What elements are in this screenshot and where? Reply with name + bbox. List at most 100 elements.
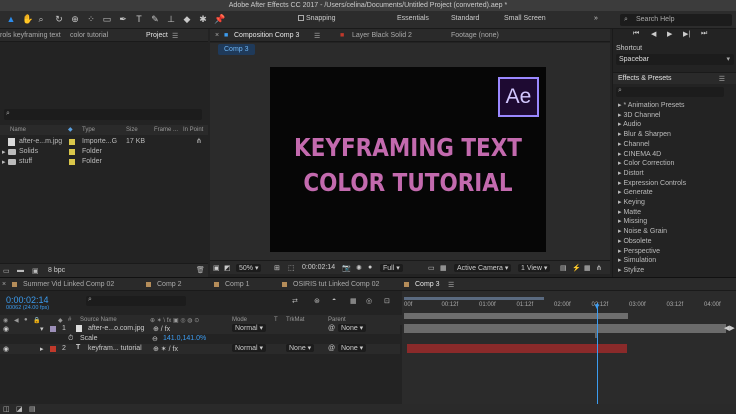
visibility-eye-icon[interactable]: ◉ [3, 325, 9, 333]
label-color-swatch[interactable] [50, 326, 56, 332]
grid-icon[interactable]: ⊞ [274, 264, 280, 272]
effects-category[interactable]: ▸ Simulation [618, 256, 656, 264]
layer-property-row[interactable]: ⏱ Scale ⊖ 141.0,141.0% [0, 334, 400, 344]
comp-mini-flowchart-icon[interactable]: ⇄ [292, 297, 298, 305]
layer-row[interactable]: ◉ ▾ 1 after-e...o.com.jpg ⊕ / fx Normal … [0, 324, 400, 334]
snapping-checkbox[interactable]: Snapping [298, 15, 336, 22]
work-area-navigator[interactable] [404, 297, 544, 300]
column-type[interactable]: Type [82, 127, 95, 133]
blend-mode-select[interactable]: Normal ▾ [232, 324, 267, 332]
layer-name[interactable]: after-e...o.com.jpg [88, 325, 144, 332]
transparency-grid-icon[interactable]: ▦ [440, 264, 447, 272]
effects-category[interactable]: ▸ Audio [618, 120, 641, 128]
flowchart-icon[interactable]: ⋔ [596, 264, 602, 272]
tab-effect-controls[interactable]: rols keyframing text [0, 32, 61, 39]
hand-tool-icon[interactable]: ✋ [22, 14, 33, 25]
panel-menu-icon[interactable]: ☰ [172, 32, 178, 40]
panel-menu-icon[interactable]: ☰ [448, 281, 454, 289]
effects-category[interactable]: ▸ Color Correction [618, 159, 674, 167]
label-color-swatch[interactable] [69, 149, 75, 155]
tab-comp[interactable]: OSIRIS tut Linked Comp 02 [282, 281, 379, 288]
snapshot-icon[interactable]: 📷 [342, 264, 351, 272]
solo-column-icon[interactable]: ● [24, 317, 28, 323]
lock-column-icon[interactable]: 🔒 [33, 317, 40, 324]
roi-icon[interactable]: ▭ [428, 264, 435, 272]
layer-name[interactable]: keyfram... tutorial [88, 345, 142, 352]
current-time-display[interactable]: 0:00:02:14 [6, 295, 49, 305]
current-time-indicator[interactable] [597, 303, 598, 414]
parent-select[interactable]: None ▾ [338, 344, 367, 352]
label-color-swatch[interactable] [50, 346, 56, 352]
show-snapshot-icon[interactable]: ✺ [356, 264, 362, 272]
label-column-icon[interactable]: ◆ [58, 317, 63, 324]
effects-category[interactable]: ▸ Blur & Sharpen [618, 130, 671, 138]
label-column-icon[interactable]: ◆ [68, 126, 73, 133]
project-item[interactable]: after-e...m.jpg Importe...G 17 KB ⋔ [0, 137, 208, 147]
effects-presets-title[interactable]: Effects & Presets [618, 75, 672, 82]
shy-layers-icon[interactable]: ◓ [332, 297, 336, 304]
layer-switches-toggle-icon[interactable]: ◫ [3, 405, 10, 413]
pixel-aspect-icon[interactable]: ▤ [560, 264, 567, 272]
keyframe-nav-icon[interactable]: ◀▶ [724, 324, 735, 332]
column-parent[interactable]: Parent [328, 317, 346, 323]
work-area-bar[interactable] [404, 313, 628, 319]
close-icon[interactable]: × [215, 32, 219, 39]
lock-icon[interactable]: ■ [224, 32, 228, 39]
expand-triangle-icon[interactable]: ▾ [40, 325, 44, 333]
brush-tool-icon[interactable]: ✎ [150, 14, 160, 25]
project-search-input[interactable]: ⌕ [4, 109, 202, 120]
tab-footage[interactable]: Footage (none) [451, 32, 499, 39]
shortcut-select[interactable]: Spacebar ▾ [616, 54, 734, 65]
timeline-icon[interactable]: ▦ [584, 264, 591, 272]
effects-category[interactable]: ▸ 3D Channel [618, 111, 660, 119]
label-color-swatch[interactable] [69, 139, 75, 145]
effects-category[interactable]: ▸ * Animation Presets [618, 101, 685, 109]
delete-icon[interactable]: 🗑 [196, 266, 205, 274]
panel-menu-icon[interactable]: ☰ [314, 32, 320, 40]
effects-category[interactable]: ▸ Missing [618, 217, 647, 225]
transfer-controls-toggle-icon[interactable]: ◪ [16, 405, 23, 413]
roto-brush-icon[interactable]: ✱ [198, 14, 208, 25]
comp-breadcrumb[interactable]: Comp 3 [218, 44, 255, 55]
effects-category[interactable]: ▸ Distort [618, 169, 644, 177]
expand-triangle-icon[interactable]: ▸ [40, 345, 44, 353]
parent-select[interactable]: None ▾ [338, 324, 367, 332]
timeline-graph[interactable]: 00f 00:12f 01:00f 01:12f 02:00f 02:12f 03:00f 0… [402, 291, 736, 414]
graph-editor-icon[interactable]: ⊡ [384, 297, 390, 305]
effects-category[interactable]: ▸ Perspective [618, 247, 660, 255]
close-icon[interactable]: × [2, 281, 6, 288]
layer-switches-icon[interactable]: ⊕ / fx [153, 325, 170, 333]
column-mode[interactable]: Mode [232, 317, 247, 323]
bit-depth-button[interactable]: 8 bpc [48, 267, 65, 274]
effects-category[interactable]: ▸ Obsolete [618, 237, 652, 245]
visibility-column-icon[interactable]: ◉ [3, 317, 8, 324]
project-item[interactable]: ▸ stuff Folder [0, 157, 208, 167]
rectangle-tool-icon[interactable]: ▭ [102, 14, 112, 25]
audio-column-icon[interactable]: ◀ [14, 317, 19, 324]
timeline-search-input[interactable]: ⌕ [86, 296, 186, 306]
viewer-timecode[interactable]: 0:00:02:14 [302, 264, 335, 271]
play-icon[interactable]: ▶ [667, 30, 672, 38]
always-preview-icon[interactable]: ▣ [213, 264, 220, 272]
pen-tool-icon[interactable]: ✒ [118, 14, 128, 25]
effects-category[interactable]: ▸ Stylize [618, 266, 644, 274]
camera-view-select[interactable]: Active Camera ▾ [454, 264, 512, 272]
workspace-small-screen[interactable]: Small Screen [504, 15, 546, 22]
clone-tool-icon[interactable]: ⊥ [166, 14, 176, 25]
fast-preview-icon[interactable]: ⚡ [572, 264, 581, 272]
expand-triangle-icon[interactable]: ▸ [2, 158, 6, 166]
track-matte-select[interactable]: None ▾ [286, 344, 315, 352]
expand-triangle-icon[interactable]: ▸ [2, 148, 6, 156]
effects-category[interactable]: ▸ Noise & Grain [618, 227, 667, 235]
column-t[interactable]: T [274, 317, 278, 323]
selection-tool-icon[interactable]: ▲ [6, 14, 16, 25]
next-frame-icon[interactable]: ▶| [683, 30, 690, 38]
tab-composition[interactable]: Composition Comp 3 [234, 32, 299, 39]
switches-columns-icon[interactable]: ⊕ ✶ \ fx ▣ ◎ ◍ ⊙ [150, 317, 199, 324]
puppet-tool-icon[interactable]: 📌 [214, 14, 225, 25]
blend-mode-select[interactable]: Normal ▾ [232, 344, 267, 352]
view-layout-select[interactable]: 1 View ▾ [518, 264, 551, 272]
tab-comp[interactable]: Comp 2 [146, 281, 182, 288]
workspace-standard[interactable]: Standard [451, 15, 479, 22]
motion-blur-icon[interactable]: ◎ [366, 297, 372, 305]
